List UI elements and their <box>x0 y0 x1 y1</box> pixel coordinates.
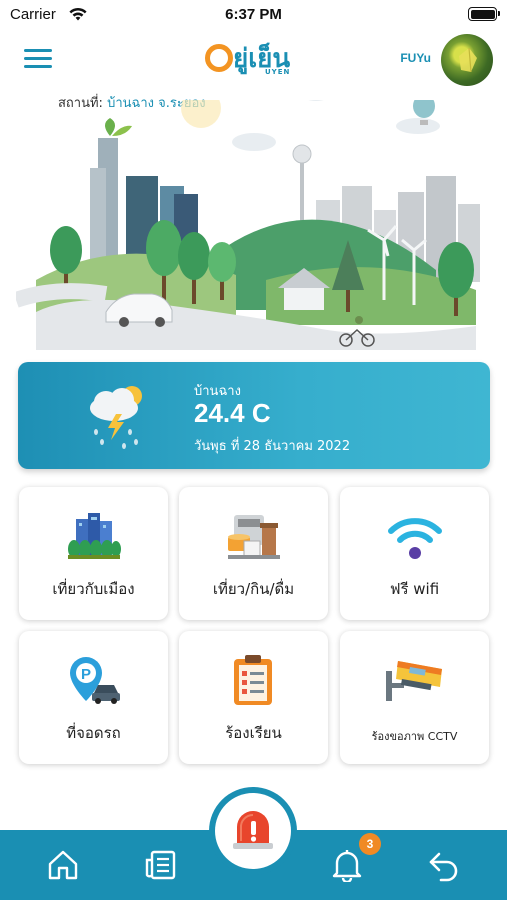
news-icon[interactable] <box>144 848 178 882</box>
wifi-icon <box>388 518 442 559</box>
svg-text:P: P <box>81 666 91 683</box>
tile-label: ที่จอดรถ <box>66 724 121 742</box>
city-buildings-icon <box>68 513 121 559</box>
tile-city-tour[interactable]: เที่ยวกับเมือง <box>19 487 168 620</box>
hamburger-menu-icon[interactable] <box>24 49 52 71</box>
clock: 6:37 PM <box>225 6 282 23</box>
battery-icon <box>468 7 500 21</box>
tile-parking[interactable]: P ที่จอดรถ <box>19 631 168 764</box>
app-header: ยู่เย็น UYEN FUYu <box>0 34 507 86</box>
notification-bell-icon[interactable] <box>330 848 364 882</box>
avatar[interactable] <box>441 34 493 86</box>
tile-label: ฟรี wifi <box>389 580 440 598</box>
clipboard-icon <box>234 655 272 705</box>
emergency-siren-icon <box>233 811 273 849</box>
username-label[interactable]: FUYu <box>400 51 431 65</box>
parking-icon: P <box>70 657 120 704</box>
tile-eat-drink[interactable]: เที่ยว/กิน/ดื่ม <box>179 487 328 620</box>
tile-label: เที่ยวกับเมือง <box>52 580 135 598</box>
emergency-button[interactable] <box>209 787 297 875</box>
logo-subtext: UYEN <box>265 68 291 76</box>
app-logo: ยู่เย็น UYEN <box>205 38 305 80</box>
weather-temperature: 24.4 C <box>194 398 271 428</box>
tile-free-wifi[interactable]: ฟรี wifi <box>340 487 489 620</box>
cafe-icon <box>228 515 280 559</box>
city-illustration <box>16 100 480 350</box>
tile-complaint[interactable]: ร้องเรียน <box>179 631 328 764</box>
thunderstorm-rain-icon <box>90 386 142 449</box>
back-icon[interactable] <box>427 848 461 882</box>
tile-label: ร้องเรียน <box>225 724 282 742</box>
tile-cctv-request[interactable]: ร้องขอภาพ CCTV <box>340 631 489 764</box>
notification-count-badge: 3 <box>359 833 381 855</box>
tile-label: ร้องขอภาพ CCTV <box>371 730 458 743</box>
status-bar: Carrier 6:37 PM <box>0 0 507 30</box>
tile-label: เที่ยว/กิน/ดื่ม <box>212 580 295 598</box>
weather-date: วันพุธ ที่ 28 ธันวาคม 2022 <box>194 439 351 454</box>
cctv-camera-icon <box>386 661 442 701</box>
weather-card[interactable]: บ้านฉาง 24.4 C วันพุธ ที่ 28 ธันวาคม 202… <box>18 362 490 469</box>
home-icon[interactable] <box>46 848 80 882</box>
